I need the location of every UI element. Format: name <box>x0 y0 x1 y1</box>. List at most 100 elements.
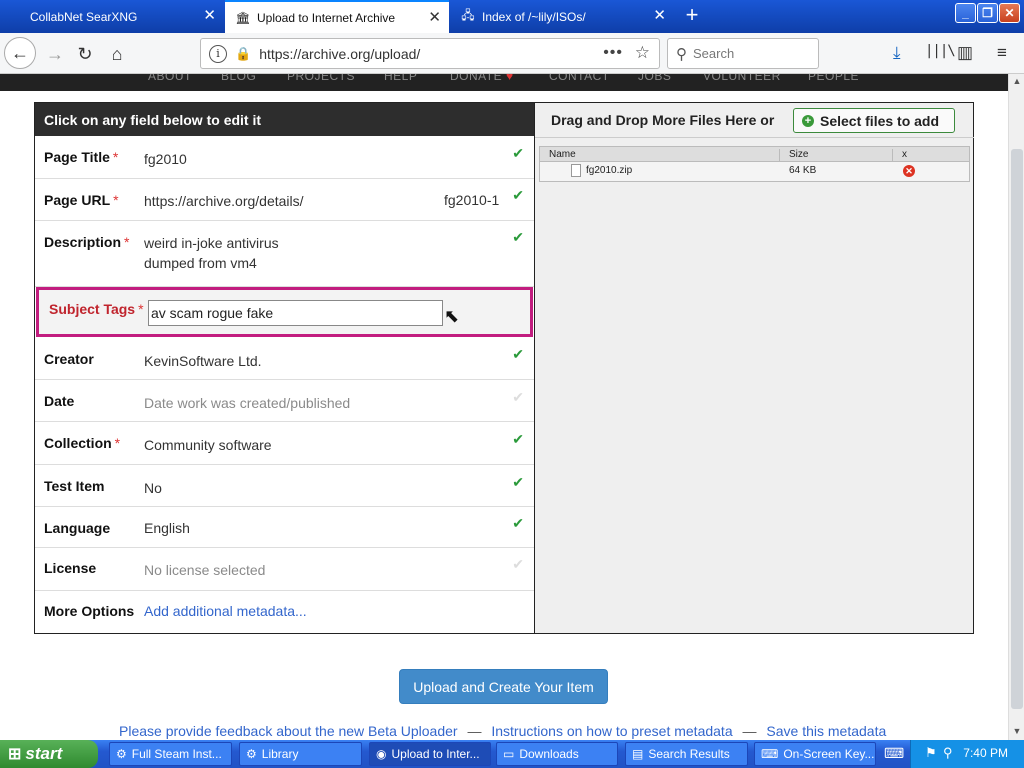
field-value[interactable]: Date work was created/published <box>144 395 350 411</box>
required-marker: * <box>138 301 144 317</box>
add-metadata-link[interactable]: Add additional metadata... <box>144 603 307 619</box>
sidebar-icon[interactable]: ▥ <box>957 43 973 63</box>
table-header: Name Size x <box>540 147 969 164</box>
field-label: License <box>44 560 97 576</box>
clock: 7:40 PM <box>963 746 1008 760</box>
check-icon: ✔ <box>512 229 524 245</box>
field-value[interactable]: No license selected <box>144 562 265 578</box>
feedback-link[interactable]: Please provide feedback about the new Be… <box>119 723 458 739</box>
field-date[interactable]: Date Date work was created/published ✔ <box>35 380 534 422</box>
field-license[interactable]: License No license selected ✔ <box>35 548 534 591</box>
nav-about[interactable]: ABOUT <box>148 74 192 83</box>
bookmark-star-icon[interactable]: ☆ <box>635 43 650 63</box>
search-input[interactable]: ⚲ Search <box>667 38 819 69</box>
tab-collabnet-searxng[interactable]: CollabNet SearXNG ✕ <box>0 0 224 33</box>
taskbar-item-search-results[interactable]: ▤ Search Results <box>625 742 748 766</box>
minimize-window-icon[interactable]: _ <box>955 3 976 23</box>
scroll-up-arrow-icon[interactable]: ▲ <box>1011 76 1023 88</box>
nav-jobs[interactable]: JOBS <box>638 74 671 83</box>
search-document-icon: ▤ <box>632 747 644 761</box>
nav-volunteer[interactable]: VOLUNTEER <box>703 74 781 83</box>
close-window-icon[interactable]: ✕ <box>999 3 1020 23</box>
close-tab-icon[interactable]: ✕ <box>653 8 666 24</box>
field-page-title[interactable]: Page Title * fg2010 ✔ <box>35 136 534 179</box>
field-value[interactable]: No <box>144 480 162 496</box>
home-icon[interactable]: ⌂ <box>102 39 132 69</box>
field-value[interactable]: KevinSoftware Ltd. <box>144 353 262 369</box>
plus-circle-icon: + <box>802 114 814 127</box>
scroll-thumb[interactable] <box>1011 149 1023 709</box>
separator: — <box>467 723 482 739</box>
drag-drop-heading: Drag and Drop More Files Here or <box>551 112 775 128</box>
lock-icon: 🔒 <box>235 45 252 61</box>
keyboard-icon: ⌨ <box>761 747 779 761</box>
url-identifier[interactable]: fg2010-1 <box>444 192 499 208</box>
select-files-button[interactable]: + Select files to add <box>793 108 955 133</box>
field-value-line1[interactable]: weird in-joke antivirus <box>144 235 279 251</box>
taskbar-item-downloads[interactable]: ▭ Downloads <box>496 742 618 766</box>
field-collection[interactable]: Collection * Community software ✔ <box>35 422 534 465</box>
nav-help[interactable]: HELP <box>384 74 417 83</box>
site-info-icon[interactable]: i <box>209 44 227 63</box>
address-bar[interactable]: i 🔒 https://archive.org/upload/ ••• ☆ <box>200 38 660 69</box>
nav-projects[interactable]: PROJECTS <box>287 74 355 83</box>
site-navigation: ABOUT BLOG PROJECTS HELP DONATE ♥ CONTAC… <box>0 74 1008 91</box>
taskbar-item-on-screen-keyboard[interactable]: ⌨ On-Screen Key... <box>754 742 876 766</box>
close-tab-icon[interactable]: ✕ <box>428 10 441 26</box>
field-language[interactable]: Language English ✔ <box>35 507 534 548</box>
field-value-line2[interactable]: dumped from vm4 <box>144 255 257 271</box>
field-label-text: Page URL <box>44 192 111 208</box>
close-tab-icon[interactable]: ✕ <box>203 8 216 24</box>
search-tray-icon[interactable]: ⚲ <box>943 745 953 761</box>
scroll-down-arrow-icon[interactable]: ▼ <box>1011 726 1023 738</box>
taskbar-item-upload[interactable]: ◉ Upload to Inter... <box>369 742 491 766</box>
field-label: Subject Tags * <box>49 301 144 317</box>
start-label: start <box>25 744 63 763</box>
taskbar: ⊞ start ⚙ Full Steam Inst... ⚙ Library ◉ Up… <box>0 740 1024 768</box>
task-label: Upload to Inter... <box>391 747 480 761</box>
library-icon[interactable]: |||\ <box>925 43 956 59</box>
reload-icon[interactable]: ↻ <box>70 39 100 69</box>
files-panel[interactable]: Drag and Drop More Files Here or + Selec… <box>535 102 974 634</box>
archive-favicon-icon: 🏛 <box>235 10 251 25</box>
taskbar-item-library[interactable]: ⚙ Library <box>239 742 362 766</box>
forward-arrow-icon[interactable]: → <box>40 39 70 69</box>
nav-people[interactable]: PEOPLE <box>808 74 859 83</box>
field-subject-tags[interactable]: Subject Tags* ⬉ <box>36 287 533 337</box>
field-more-options: More Options Add additional metadata... <box>35 591 534 631</box>
taskbar-item-steam[interactable]: ⚙ Full Steam Inst... <box>109 742 232 766</box>
vertical-scrollbar[interactable]: ▲ ▼ <box>1008 74 1024 740</box>
field-value[interactable]: English <box>144 520 190 536</box>
field-value[interactable]: fg2010 <box>144 151 187 167</box>
page-actions-icon[interactable]: ••• <box>603 44 623 62</box>
url-text: https://archive.org/upload/ <box>259 45 421 62</box>
upload-and-create-button[interactable]: Upload and Create Your Item <box>399 669 608 704</box>
field-value[interactable]: Community software <box>144 437 272 453</box>
start-button[interactable]: ⊞ start <box>0 740 98 768</box>
field-description[interactable]: Description * weird in-joke antivirus dum… <box>35 221 534 287</box>
field-page-url[interactable]: Page URL * https://archive.org/details/ f… <box>35 179 534 221</box>
maximize-window-icon[interactable]: ❐ <box>977 3 998 23</box>
back-arrow-icon[interactable]: ← <box>4 37 36 69</box>
hamburger-menu-icon[interactable]: ≡ <box>997 43 1007 63</box>
keyboard-language-icon[interactable]: ⌨ <box>884 745 904 762</box>
new-tab-plus-icon[interactable]: + <box>680 4 704 28</box>
save-metadata-link[interactable]: Save this metadata <box>766 723 886 739</box>
field-test-item[interactable]: Test Item No ✔ <box>35 465 534 507</box>
nav-contact[interactable]: CONTACT <box>549 74 610 83</box>
table-row[interactable]: fg2010.zip 64 KB ✕ <box>540 162 969 181</box>
remove-file-icon[interactable]: ✕ <box>903 165 915 177</box>
nav-donate[interactable]: DONATE <box>450 74 502 83</box>
preset-metadata-link[interactable]: Instructions on how to preset metadata <box>491 723 732 739</box>
tab-index-of-isos[interactable]: 🖧 Index of /~lily/ISOs/ ✕ <box>450 0 674 33</box>
tab-upload-to-internet-archive[interactable]: 🏛 Upload to Internet Archive ✕ <box>225 0 449 33</box>
field-label-text: Subject Tags <box>49 301 136 317</box>
subject-tags-input[interactable] <box>148 300 443 326</box>
nav-blog[interactable]: BLOG <box>221 74 256 83</box>
field-label: Page URL * <box>44 192 119 208</box>
steam-icon: ⚙ <box>246 747 257 761</box>
network-icon[interactable]: ⚑ <box>925 745 937 761</box>
task-label: Search Results <box>648 747 730 761</box>
field-creator[interactable]: Creator KevinSoftware Ltd. ✔ <box>35 337 534 380</box>
download-icon[interactable]: ⤓ <box>893 43 901 63</box>
